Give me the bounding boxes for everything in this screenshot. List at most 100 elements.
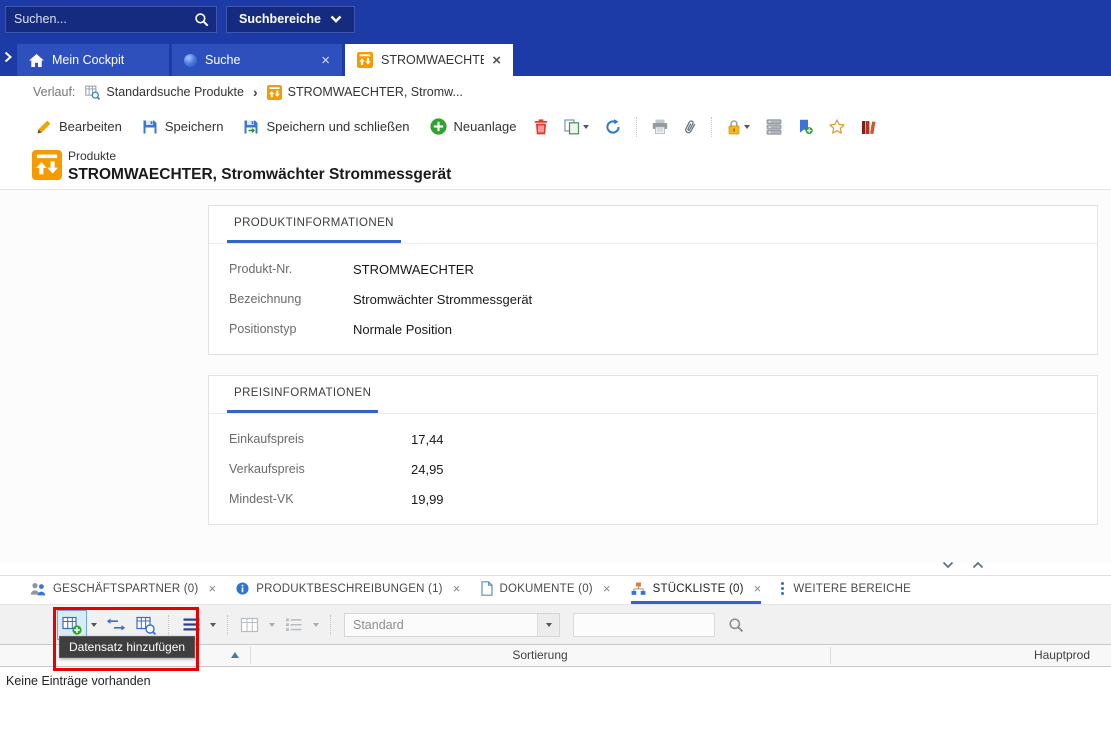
tab-suche[interactable]: Suche ×	[172, 44, 342, 76]
delete-button[interactable]	[526, 113, 556, 141]
tab-label: Mein Cockpit	[52, 53, 124, 67]
tab-overflow-chevron-icon[interactable]	[4, 51, 12, 63]
info-circle-icon	[236, 582, 249, 595]
close-icon[interactable]: ×	[453, 581, 461, 596]
field-value: Normale Position	[353, 322, 452, 337]
tooltip-datensatz-hinzufuegen: Datensatz hinzufügen	[59, 636, 195, 658]
server-stack-icon	[766, 119, 782, 135]
close-icon[interactable]: ×	[492, 53, 501, 68]
attachment-button[interactable]	[676, 113, 704, 141]
close-icon[interactable]: ×	[208, 581, 216, 596]
bom-tree-icon	[631, 582, 646, 596]
card-header: PREISINFORMATIONEN	[209, 376, 1097, 414]
close-icon[interactable]: ×	[754, 581, 762, 596]
view-list-button[interactable]	[279, 610, 309, 640]
field-label: Verkaufspreis	[229, 462, 411, 476]
save-close-button[interactable]: Speichern und schließen	[233, 113, 419, 141]
search-assign-button[interactable]	[131, 610, 161, 640]
list-menu-dropdown-caret[interactable]	[210, 623, 216, 627]
view-list-dropdown-caret[interactable]	[313, 623, 319, 627]
view-grid-button[interactable]	[235, 610, 265, 640]
card-tab-preisinformationen[interactable]: PREISINFORMATIONEN	[227, 376, 378, 413]
button-label: Speichern	[165, 119, 224, 134]
dossier-button[interactable]	[853, 113, 885, 141]
filter-combobox[interactable]	[344, 613, 560, 637]
toolbar-separator	[636, 117, 637, 137]
main-toolbar: Bearbeiten Speichern Speichern und schli…	[0, 108, 1111, 145]
tab-weitere-bereiche[interactable]: WEITERE BEREICHE	[781, 576, 911, 604]
close-icon[interactable]: ×	[603, 581, 611, 596]
toolbar-separator	[711, 117, 712, 137]
collapse-panel-icon[interactable]	[938, 558, 958, 572]
pencil-icon	[36, 119, 52, 135]
sort-ascending-icon[interactable]	[231, 652, 239, 658]
refresh-button[interactable]	[597, 113, 629, 141]
bookmark-add-button[interactable]	[790, 113, 821, 141]
record-titles: Produkte STROMWAECHTER, Stromwächter Str…	[68, 149, 451, 184]
column-divider	[830, 647, 831, 664]
paperclip-icon	[681, 117, 699, 137]
quick-search-input[interactable]	[573, 613, 715, 637]
column-header-sortierung[interactable]: Sortierung	[512, 648, 567, 662]
field-label: Einkaufspreis	[229, 432, 411, 446]
overflow-dots-icon	[781, 582, 784, 595]
list-view-icon	[285, 618, 303, 632]
lock-button[interactable]	[719, 113, 758, 141]
bottom-panel: GESCHÄFTSPARTNER (0) × PRODUKTBESCHREIBU…	[0, 575, 1111, 745]
global-search-input[interactable]	[6, 7, 194, 32]
add-record-dropdown-caret[interactable]	[91, 623, 97, 627]
filter-dropdown-button[interactable]	[537, 614, 559, 636]
field-label: Mindest-VK	[229, 492, 411, 506]
tab-mein-cockpit[interactable]: Mein Cockpit	[17, 44, 169, 76]
global-search-box[interactable]	[5, 6, 217, 33]
save-icon	[142, 119, 158, 135]
field-label: Bezeichnung	[229, 292, 353, 306]
books-icon	[861, 119, 877, 135]
tab-stueckliste[interactable]: STÜCKLISTE (0) ×	[631, 576, 762, 604]
search-icon[interactable]	[194, 12, 209, 27]
new-record-button[interactable]: Neuanlage	[420, 113, 527, 141]
caret-down-icon	[744, 125, 750, 129]
add-record-button[interactable]	[57, 610, 87, 640]
home-icon	[29, 54, 44, 67]
column-divider	[250, 647, 251, 664]
search-areas-button[interactable]: Suchbereiche	[226, 6, 355, 33]
breadcrumb-item-stromwaechter[interactable]: STROMWAECHTER, Stromw...	[267, 85, 463, 100]
button-label: Bearbeiten	[59, 119, 122, 134]
field-label: Positionstyp	[229, 322, 353, 336]
star-icon	[829, 119, 845, 134]
list-search-icon[interactable]	[728, 617, 744, 633]
field-value: 17,44	[411, 432, 444, 447]
assign-record-button[interactable]	[101, 610, 131, 640]
product-icon	[357, 52, 373, 68]
favorite-button[interactable]	[821, 113, 853, 141]
tab-stromwaechter[interactable]: STROMWAECHTER, ... ×	[345, 44, 513, 76]
record-title: STROMWAECHTER, Stromwächter Strommessger…	[68, 166, 451, 184]
save-button[interactable]: Speichern	[132, 113, 234, 141]
tab-dokumente[interactable]: DOKUMENTE (0) ×	[481, 576, 611, 604]
card-produktinformationen: PRODUKTINFORMATIONEN Produkt-Nr. STROMWA…	[208, 205, 1098, 355]
close-icon[interactable]: ×	[321, 53, 330, 68]
view-grid-dropdown-caret[interactable]	[269, 623, 275, 627]
copy-button[interactable]	[556, 113, 597, 141]
record-header: Produkte STROMWAECHTER, Stromwächter Str…	[0, 145, 1111, 190]
column-header-hauptprodukt[interactable]: Hauptprod	[1034, 648, 1090, 662]
list-menu-button[interactable]	[176, 610, 206, 640]
toolbar-separator	[227, 615, 228, 635]
tab-geschaeftspartner[interactable]: GESCHÄFTSPARTNER (0) ×	[30, 576, 216, 604]
tab-label: PRODUKTBESCHREIBUNGEN (1)	[256, 583, 442, 595]
edit-button[interactable]: Bearbeiten	[26, 113, 132, 141]
filter-input[interactable]	[345, 618, 537, 632]
tab-produktbeschreibungen[interactable]: PRODUKTBESCHREIBUNGEN (1) ×	[236, 576, 460, 604]
card-preisinformationen: PREISINFORMATIONEN Einkaufspreis 17,44 V…	[208, 375, 1098, 525]
archive-button[interactable]	[758, 113, 790, 141]
expand-panel-icon[interactable]	[968, 558, 988, 572]
card-tab-produktinformationen[interactable]: PRODUKTINFORMATIONEN	[227, 206, 401, 243]
print-button[interactable]	[644, 113, 676, 141]
plus-circle-icon	[430, 118, 447, 135]
card-header: PRODUKTINFORMATIONEN	[209, 206, 1097, 244]
field-row: Mindest-VK 19,99	[229, 484, 1097, 514]
field-list: Einkaufspreis 17,44 Verkaufspreis 24,95 …	[209, 414, 1097, 514]
breadcrumb-item-standardsuche[interactable]: Standardsuche Produkte	[85, 85, 244, 100]
button-label: Neuanlage	[454, 119, 517, 134]
